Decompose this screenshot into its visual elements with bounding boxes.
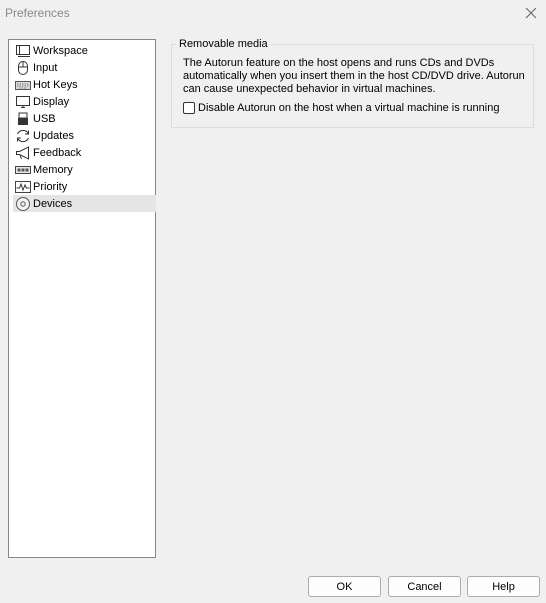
nav-item-workspace[interactable]: Workspace [13, 42, 156, 59]
nav-label: Feedback [33, 146, 82, 159]
close-button[interactable] [520, 2, 542, 24]
nav-item-feedback[interactable]: Feedback [13, 144, 156, 161]
pulse-icon [15, 179, 31, 195]
nav-item-devices[interactable]: Devices [13, 195, 156, 212]
nav-label: USB [33, 112, 56, 125]
nav-label: Memory [33, 163, 73, 176]
monitor-icon [15, 94, 31, 110]
mouse-icon [15, 60, 31, 76]
disable-autorun-checkbox[interactable] [183, 102, 195, 114]
nav-label: Workspace [33, 44, 88, 57]
help-button[interactable]: Help [467, 576, 540, 597]
nav-item-updates[interactable]: Updates [13, 127, 156, 144]
refresh-icon [15, 128, 31, 144]
nav-label: Devices [33, 197, 73, 210]
nav-item-input[interactable]: Input [13, 59, 156, 76]
nav-item-usb[interactable]: USB [13, 110, 156, 127]
cancel-button[interactable]: Cancel [388, 576, 461, 597]
nav-label: Input [33, 61, 58, 74]
preferences-nav-list[interactable]: Workspace Input Hot Keys Display USB Upd… [8, 39, 156, 558]
nav-label: Priority [33, 180, 68, 193]
ok-button[interactable]: OK [308, 576, 381, 597]
autorun-description: The Autorun feature on the host opens an… [183, 57, 525, 95]
disc-icon [15, 196, 31, 212]
keyboard-icon [15, 77, 31, 93]
disable-autorun-option[interactable]: Disable Autorun on the host when a virtu… [183, 102, 499, 114]
removable-media-group-title: Removable media [176, 38, 271, 50]
nav-label: Hot Keys [33, 78, 78, 91]
nav-item-priority[interactable]: Priority [13, 178, 156, 195]
megaphone-icon [15, 145, 31, 161]
close-icon [525, 7, 537, 19]
nav-label: Updates [33, 129, 74, 142]
usb-icon [15, 111, 31, 127]
nav-item-display[interactable]: Display [13, 93, 156, 110]
nav-item-hot-keys[interactable]: Hot Keys [13, 76, 156, 93]
nav-label: Display [33, 95, 70, 108]
disable-autorun-label[interactable]: Disable Autorun on the host when a virtu… [198, 102, 499, 114]
window-title: Preferences [5, 6, 70, 20]
workspace-icon [15, 43, 31, 59]
nav-item-memory[interactable]: Memory [13, 161, 156, 178]
memory-icon [15, 162, 31, 178]
title-bar: Preferences [0, 0, 546, 26]
